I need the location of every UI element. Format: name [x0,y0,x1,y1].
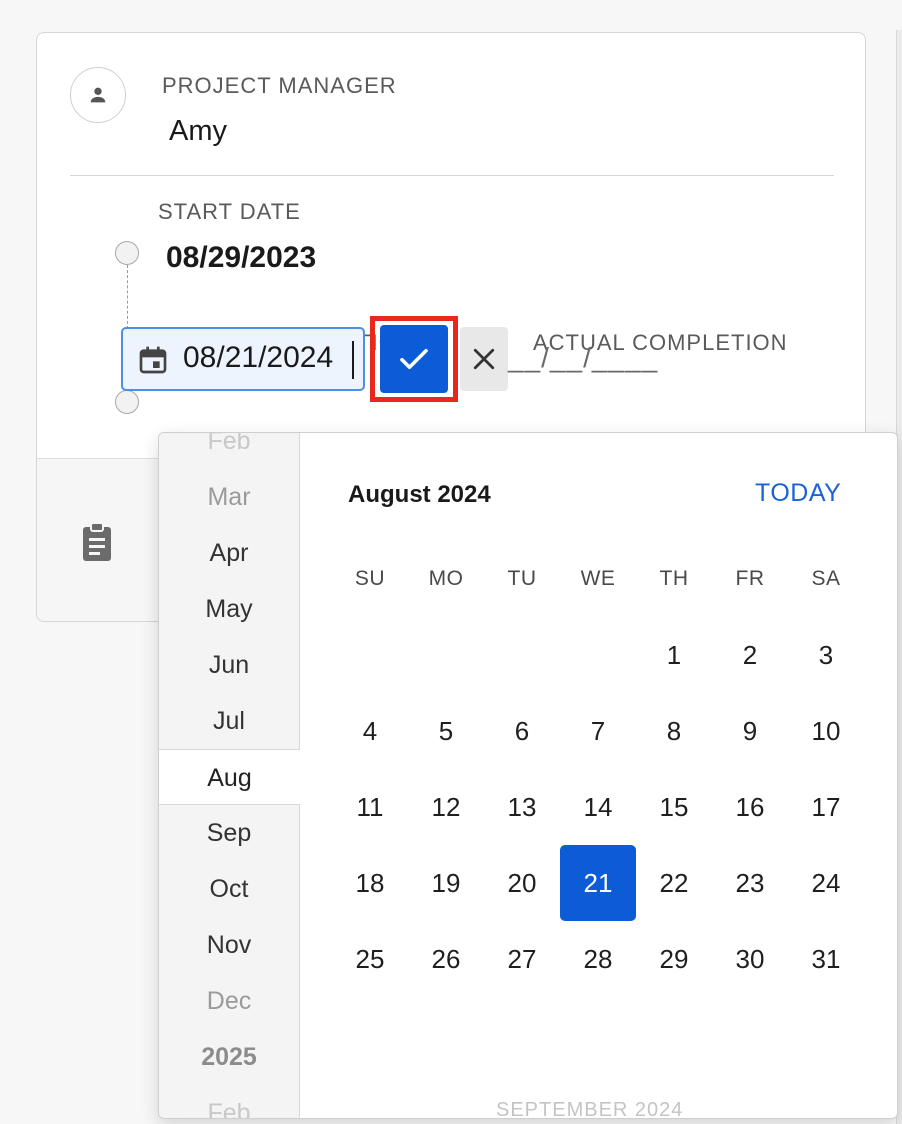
weekday-label: SU [354,567,386,590]
calendar-day[interactable]: 14 [560,769,636,845]
calendar-day-selected[interactable]: 21 [560,845,636,921]
timeline-dot-start [115,241,139,265]
month-list-item[interactable]: Feb [159,1085,299,1118]
month-list-item[interactable]: May [159,581,299,637]
calendar-day[interactable]: 16 [712,769,788,845]
month-list-item[interactable]: Oct [159,861,299,917]
calendar-day[interactable]: 3 [788,617,864,693]
month-list-item[interactable]: Jul [159,693,299,749]
confirm-date-button[interactable] [380,325,448,393]
target-completion-input[interactable]: 08/21/2024 [121,327,365,391]
calendar-day[interactable]: 29 [636,921,712,997]
calendar-day[interactable]: 12 [408,769,484,845]
calendar-day[interactable]: 4 [332,693,408,769]
calendar-icon [139,346,167,374]
calendar-day[interactable]: 6 [484,693,560,769]
weekday-label: TU [507,567,537,590]
calendar-day[interactable]: 10 [788,693,864,769]
calendar-day[interactable]: 8 [636,693,712,769]
calendar-day[interactable]: 23 [712,845,788,921]
calendar-day[interactable]: 19 [408,845,484,921]
calendar-month-title: August 2024 [348,481,491,508]
calendar-day[interactable]: 13 [484,769,560,845]
weekday-label: TH [659,567,689,590]
calendar-day[interactable]: 2 [712,617,788,693]
calendar-day[interactable]: 1 [636,617,712,693]
calendar-day[interactable]: 11 [332,769,408,845]
target-completion-value[interactable]: 08/21/2024 [183,341,333,375]
check-icon [400,348,428,370]
month-list-item[interactable]: Dec [159,973,299,1029]
month-list-item[interactable]: Jun [159,637,299,693]
month-list[interactable]: Feb Mar Apr May Jun Jul Aug Sep Oct Nov Dec 2025 Feb [159,433,300,1118]
close-icon [473,348,495,370]
calendar-day[interactable]: 27 [484,921,560,997]
calendar-day[interactable]: 7 [560,693,636,769]
divider [70,175,834,176]
month-list-item[interactable]: Sep [159,805,299,861]
month-list-item[interactable]: Nov [159,917,299,973]
date-picker-popup: Feb Mar Apr May Jun Jul Aug Sep Oct Nov Dec 2025 Feb… [158,432,898,1119]
weekday-label: SA [811,567,841,590]
today-button[interactable]: TODAY [755,479,841,508]
calendar-day[interactable]: 5 [408,693,484,769]
calendar-day[interactable]: 18 [332,845,408,921]
calendar-day[interactable]: 20 [484,845,560,921]
person-icon [90,87,106,103]
calendar-day[interactable]: 30 [712,921,788,997]
weekday-label: FR [735,567,765,590]
calendar-day[interactable]: 22 [636,845,712,921]
calendar-day[interactable]: 25 [332,921,408,997]
next-month-label: SEPTEMBER 2024 [496,1099,684,1119]
project-manager-label: PROJECT MANAGER [162,73,397,98]
calendar-day[interactable]: 28 [560,921,636,997]
month-list-item[interactable]: Aug [159,749,300,805]
calendar-day[interactable]: 15 [636,769,712,845]
calendar-day[interactable]: 24 [788,845,864,921]
calendar-day[interactable]: 9 [712,693,788,769]
weekday-label: WE [580,567,616,590]
month-list-year: 2025 [201,1043,257,1071]
actual-completion-value[interactable]: __/__/____ [508,342,658,374]
month-list-item[interactable]: Feb [159,433,299,469]
weekday-label: MO [428,567,464,590]
cancel-date-button[interactable] [460,327,508,391]
text-cursor [352,341,354,379]
start-date-value: 08/29/2023 [166,241,317,274]
calendar-day[interactable]: 17 [788,769,864,845]
calendar-day[interactable]: 31 [788,921,864,997]
calendar-day[interactable]: 26 [408,921,484,997]
clipboard-icon [83,522,111,561]
timeline-dot-target [115,390,139,414]
avatar [70,67,126,123]
month-list-item[interactable]: Apr [159,525,299,581]
month-list-item[interactable]: Mar [159,469,299,525]
project-manager-name: Amy [169,115,227,147]
start-date-label: START DATE [158,199,301,224]
